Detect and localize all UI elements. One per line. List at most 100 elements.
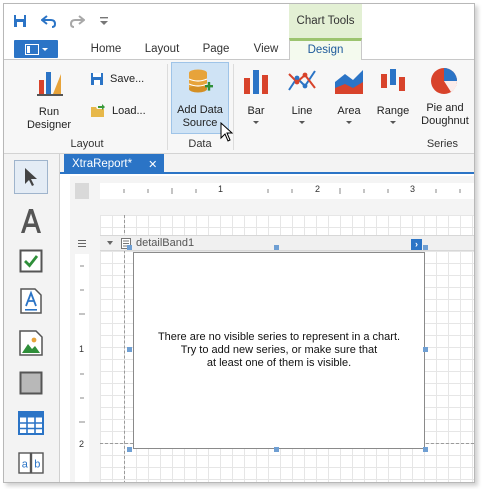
pointer-tool[interactable] [14,160,48,194]
panel-icon [19,371,43,395]
line-chart-icon [288,70,316,91]
vertical-ruler: 1 2 [75,254,89,482]
ribbon-panel: Run Designer Save... Load... Layout Add … [4,60,474,154]
chevron-down-icon [390,121,396,124]
group-separator [233,64,234,150]
tab-view[interactable]: View [246,38,286,60]
rich-text-icon [20,288,42,314]
save-icon [91,73,103,85]
pie-label-1: Pie and [426,102,464,114]
chevron-down-icon [253,121,259,124]
open-folder-icon [91,104,105,117]
file-menu-icon [24,43,39,55]
label-icon [21,209,41,233]
chevron-down-icon [299,121,305,124]
message-line: at least one of them is visible. [206,357,352,369]
picture-icon [19,330,43,356]
ruler-mark: 1 [79,344,85,354]
resize-handle[interactable] [127,447,132,452]
svg-text:a: a [22,459,29,471]
toolbox-panel: ab [4,154,60,482]
series-group-label: Series [426,138,458,150]
run-designer-icon [37,72,63,96]
panel-tool[interactable] [14,366,48,400]
resize-handle[interactable] [423,447,428,452]
ruler-ticks [123,188,461,194]
pie-doughnut-series-button[interactable]: Pie and Doughnut [418,66,472,128]
layout-group-label: Layout [70,138,104,150]
ruler-corner [75,183,89,199]
checkbox-tool[interactable] [14,244,48,278]
pie-chart-icon [431,68,458,94]
tab-home[interactable]: Home [82,38,130,60]
resize-handle[interactable] [274,245,279,250]
range-label: Range [376,105,410,117]
horizontal-ruler: 1 2 3 [100,183,474,199]
redo-icon[interactable] [68,13,86,29]
resize-handle[interactable] [127,245,132,250]
undo-icon[interactable] [40,13,58,29]
run-designer-label: Run Designer [26,106,72,131]
no-series-message: There are no visible series to represent… [134,331,424,370]
band-menu-icon[interactable] [75,237,89,249]
range-series-button[interactable]: Range [372,66,414,124]
ruler-mark: 3 [410,184,416,194]
tab-layout[interactable]: Layout [138,38,186,60]
customize-qat-icon[interactable] [99,14,109,28]
ribbon-tab-row: Home Layout Page View Design [4,38,474,60]
line-series-button[interactable]: Line [282,66,322,124]
area-series-button[interactable]: Area [330,66,368,124]
message-line: There are no visible series to represent… [157,331,401,343]
pointer-icon [25,168,37,186]
save-label: Save... [110,72,145,85]
tab-design[interactable]: Design [289,38,362,60]
chart-control[interactable]: There are no visible series to represent… [133,252,425,449]
chevron-right-icon: › [415,239,418,249]
pie-label-2: Doughnut [421,115,469,127]
table-tool[interactable] [14,406,48,440]
group-separator [167,64,168,150]
picture-box-tool[interactable] [14,326,48,360]
bar-label: Bar [247,105,265,117]
collapse-icon[interactable] [107,241,113,245]
range-chart-icon [381,69,405,91]
load-button[interactable]: Load... [90,104,160,118]
svg-text:b: b [34,459,40,471]
save-icon[interactable] [12,13,28,29]
resize-handle[interactable] [423,245,428,250]
message-line: Try to add new series, or make sure that [180,344,378,356]
line-label: Line [291,105,313,117]
designer-window: Chart Tools Home Layout Page View Design… [3,3,475,483]
resize-handle[interactable] [127,347,132,352]
area-label: Area [337,105,361,117]
checkbox-icon [19,249,43,273]
resize-handle[interactable] [274,447,279,452]
document-tab-title: XtraReport* [72,158,133,170]
character-comb-icon: ab [18,452,44,474]
smart-tag-button[interactable]: › [411,239,422,250]
rich-text-tool[interactable] [14,284,48,318]
character-comb-tool[interactable]: ab [14,446,48,480]
tab-page[interactable]: Page [196,38,236,60]
ruler-mark: 1 [218,184,224,194]
save-button[interactable]: Save... [90,72,160,86]
chart-tools-context-group: Chart Tools [289,4,362,38]
run-designer-button[interactable]: Run Designer [16,66,82,132]
chevron-down-icon [41,47,48,51]
label-tool[interactable] [14,204,48,238]
bar-series-button[interactable]: Bar [238,66,274,124]
add-data-source-label-1: Add Data [177,104,223,116]
chevron-down-icon [346,121,352,124]
data-group-label: Data [188,138,212,150]
file-menu-button[interactable] [14,40,58,58]
ruler-mark: 2 [79,439,85,449]
resize-handle[interactable] [423,347,428,352]
document-tab[interactable]: XtraReport* ✕ [64,154,164,174]
database-add-icon [188,69,213,93]
load-label: Load... [112,104,146,117]
table-icon [18,411,44,435]
quick-access-toolbar: Chart Tools [4,4,474,38]
close-icon[interactable]: ✕ [148,158,157,171]
band-name: detailBand1 [136,237,195,249]
ruler-mark: 2 [315,184,321,194]
